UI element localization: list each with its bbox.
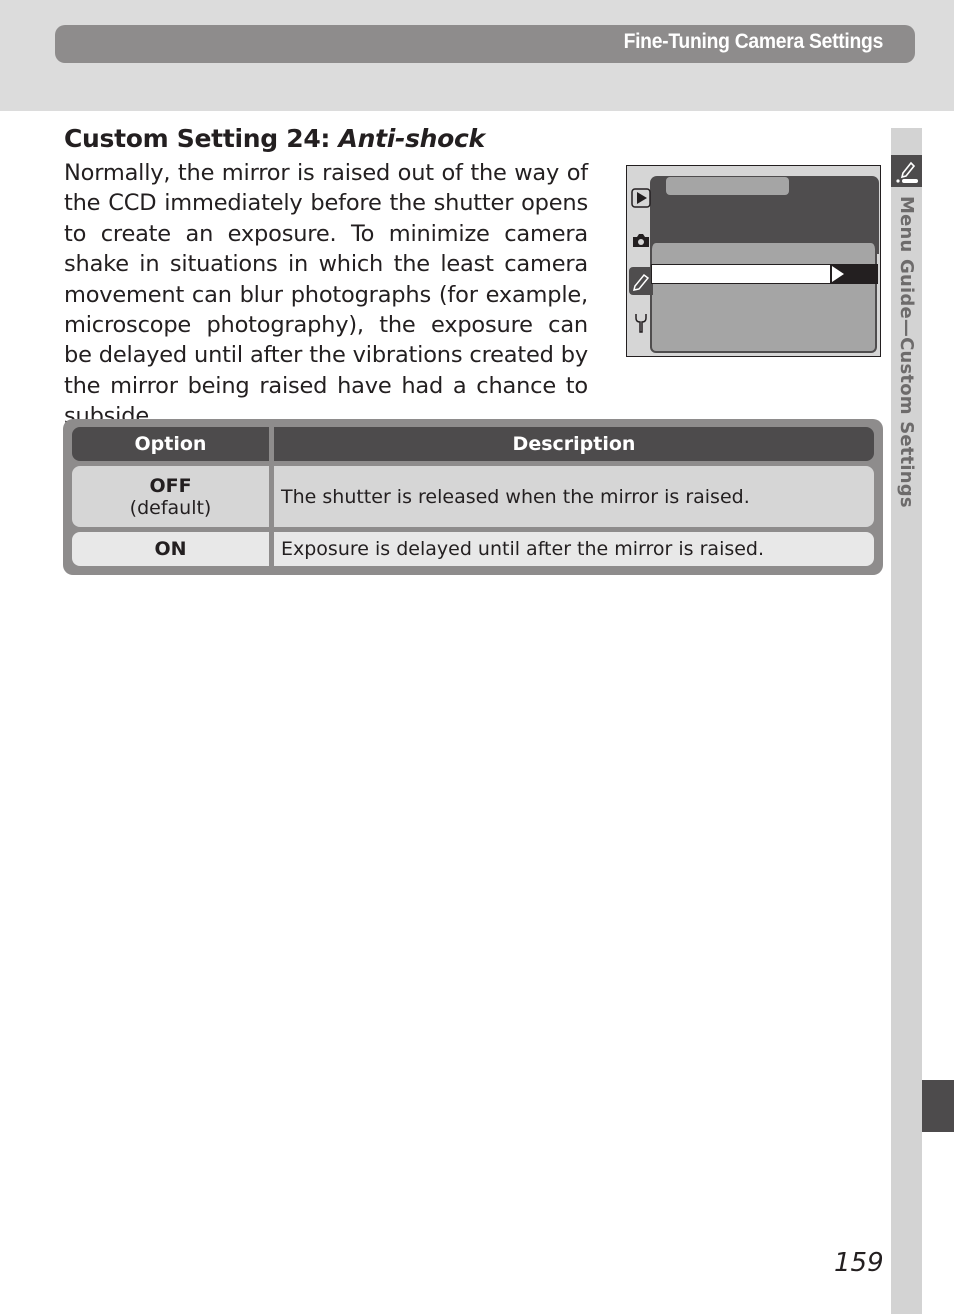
header-description: Description — [274, 427, 874, 461]
page-number: 159 — [834, 1248, 884, 1278]
camera-icon — [631, 230, 651, 250]
camera-menu-illustration — [626, 165, 881, 357]
section-header-bar: Fine-Tuning Camera Settings — [55, 25, 915, 63]
pencil-icon — [631, 271, 651, 291]
wrench-icon — [631, 312, 651, 333]
menu-title-placeholder — [666, 177, 789, 195]
table-row-option: ON — [72, 532, 269, 566]
description-paragraph: Normally, the mirror is raised out of th… — [64, 160, 588, 430]
sidebar-section-label: Menu Guide—Custom Settings — [896, 196, 917, 508]
table-row-option: OFF (default) — [72, 466, 269, 527]
submenu-arrow-icon — [830, 264, 878, 284]
page-title: Custom Setting 24: Anti-shock — [64, 124, 485, 153]
playback-icon — [631, 188, 651, 208]
menu-panel-bottom — [650, 243, 877, 353]
option-value: ON — [154, 538, 187, 560]
header-option: Option — [72, 427, 269, 461]
table-row-description: The shutter is released when the mirror … — [274, 466, 874, 527]
chapter-tab — [922, 1080, 954, 1132]
pencil-icon — [891, 155, 922, 187]
options-table: Option Description OFF (default) The shu… — [63, 419, 883, 575]
option-note: (default) — [129, 496, 212, 519]
section-title: Fine-Tuning Camera Settings — [623, 30, 884, 53]
title-prefix: Custom Setting 24: — [64, 124, 339, 153]
title-setting-name: Anti-shock — [338, 124, 486, 153]
option-value: OFF — [149, 474, 192, 497]
selected-menu-row — [651, 264, 831, 284]
table-row-description: Exposure is delayed until after the mirr… — [274, 532, 874, 566]
